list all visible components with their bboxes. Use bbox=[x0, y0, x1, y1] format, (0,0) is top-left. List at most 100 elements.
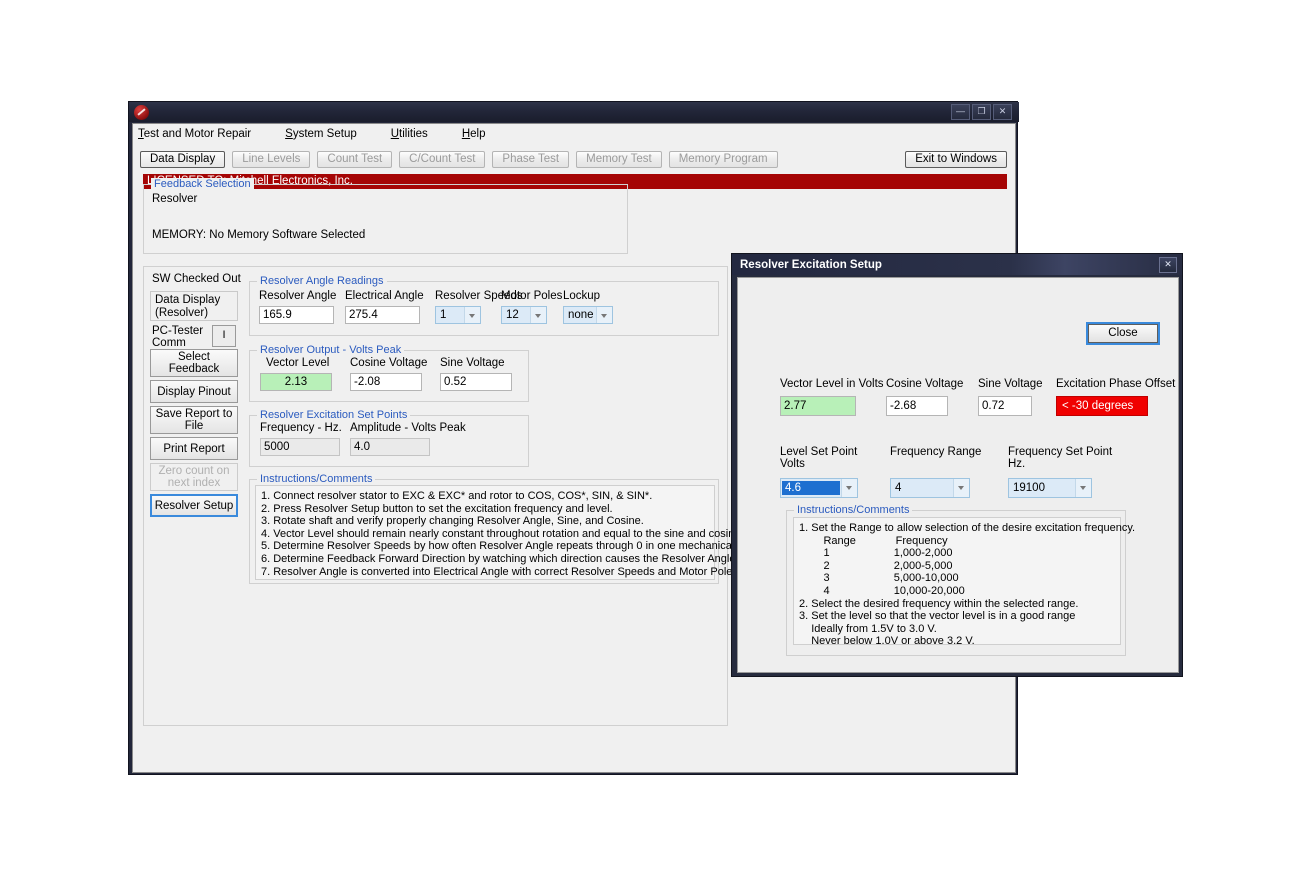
screen: — ❐ ✕ Test and Motor Repair System Setup… bbox=[0, 0, 1300, 883]
amplitude-volts-peak-label: Amplitude - Volts Peak bbox=[350, 422, 466, 434]
sidebar-button-save-report-to-file[interactable]: Save Report to File bbox=[150, 406, 238, 434]
main-instructions-title: Instructions/Comments bbox=[257, 473, 375, 485]
chevron-down-icon[interactable] bbox=[530, 307, 546, 323]
electrical-angle-value: 275.4 bbox=[345, 306, 420, 324]
chevron-down-icon[interactable] bbox=[1075, 479, 1091, 497]
main-instructions-text: 1. Connect resolver stator to EXC & EXC*… bbox=[255, 485, 715, 580]
dlg-cosine-voltage-value: -2.68 bbox=[886, 396, 948, 416]
feedback-selection-value: Resolver bbox=[152, 193, 197, 205]
dialog-close-button[interactable]: Close bbox=[1088, 324, 1158, 343]
dlg-frequency-range-combo[interactable]: 4 bbox=[890, 478, 970, 498]
toolbar-button-memory-program[interactable]: Memory Program bbox=[669, 151, 778, 168]
electrical-angle-label: Electrical Angle bbox=[345, 290, 424, 302]
toolbar-button-count-test[interactable]: Count Test bbox=[317, 151, 392, 168]
dlg-level-setpoint-value: 4.6 bbox=[782, 481, 840, 495]
dlg-level-setpoint-label: Level Set Point Volts bbox=[780, 446, 857, 470]
dlg-level-setpoint-combo[interactable]: 4.6 bbox=[780, 478, 858, 498]
dialog-instructions-text: 1. Set the Range to allow selection of t… bbox=[793, 517, 1121, 645]
sine-voltage-value: 0.52 bbox=[440, 373, 512, 391]
vector-level-value: 2.13 bbox=[260, 373, 332, 391]
toolbar-button-data-display[interactable]: Data Display bbox=[140, 151, 225, 168]
lockup-combo[interactable]: none bbox=[563, 306, 613, 324]
menu-test-and-motor-repair[interactable]: Test and Motor Repair bbox=[138, 126, 265, 142]
sidebar-button-print-report[interactable]: Print Report bbox=[150, 437, 238, 460]
comm-indicator: I bbox=[212, 325, 236, 347]
dlg-excitation-phase-offset-label: Excitation Phase Offset bbox=[1056, 378, 1175, 390]
menu-label: tilities bbox=[399, 128, 428, 140]
maximize-button[interactable]: ❐ bbox=[972, 104, 991, 120]
sidebar-button-display-pinout[interactable]: Display Pinout bbox=[150, 380, 238, 403]
close-button[interactable]: ✕ bbox=[993, 104, 1012, 120]
feedback-selection-title: Feedback Selection bbox=[151, 178, 254, 190]
pc-tester-comm-label: PC-Tester Comm bbox=[152, 325, 203, 349]
vector-level-label: Vector Level bbox=[266, 357, 329, 369]
dlg-vector-level-label: Vector Level in Volts bbox=[780, 378, 884, 390]
chevron-down-icon[interactable] bbox=[464, 307, 480, 323]
menubar: Test and Motor Repair System Setup Utili… bbox=[133, 124, 1015, 144]
menu-accel: U bbox=[391, 128, 399, 140]
excitation-setpoints-group: Resolver Excitation Set Points Frequency… bbox=[249, 415, 529, 467]
chevron-down-icon[interactable] bbox=[596, 307, 612, 323]
resolver-angle-label: Resolver Angle bbox=[259, 290, 336, 302]
toolbar-button-ccount-test[interactable]: C/Count Test bbox=[399, 151, 485, 168]
memory-status-label: MEMORY: No Memory Software Selected bbox=[152, 229, 365, 241]
dialog-title: Resolver Excitation Setup bbox=[732, 259, 882, 271]
menu-label: ystem Setup bbox=[293, 128, 357, 140]
menu-accel: S bbox=[285, 128, 293, 140]
motor-poles-combo[interactable]: 12 bbox=[501, 306, 547, 324]
dialog-titlebar: Resolver Excitation Setup ✕ bbox=[732, 254, 1182, 275]
dialog-instructions-group: Instructions/Comments 1. Set the Range t… bbox=[786, 510, 1126, 656]
dialog-client-area: Close Vector Level in Volts 2.77 Cosine … bbox=[737, 277, 1179, 673]
toolbar-button-phase-test[interactable]: Phase Test bbox=[492, 151, 569, 168]
chevron-down-icon[interactable] bbox=[953, 479, 969, 497]
toolbar-button-line-levels[interactable]: Line Levels bbox=[232, 151, 310, 168]
cosine-voltage-label: Cosine Voltage bbox=[350, 357, 427, 369]
motor-poles-label: Motor Poles bbox=[501, 290, 562, 302]
sidebar-header: SW Checked Out bbox=[152, 273, 241, 285]
exit-to-windows-button[interactable]: Exit to Windows bbox=[905, 151, 1007, 168]
motor-poles-value: 12 bbox=[502, 309, 530, 321]
resolver-angle-readings-title: Resolver Angle Readings bbox=[257, 275, 387, 287]
dlg-frequency-range-value: 4 bbox=[891, 482, 953, 494]
chevron-down-icon[interactable] bbox=[841, 479, 857, 497]
main-instructions-group: Instructions/Comments 1. Connect resolve… bbox=[249, 479, 719, 584]
toolbar: Data Display Line Levels Count Test C/Co… bbox=[133, 144, 1015, 172]
dialog-close-icon[interactable]: ✕ bbox=[1159, 257, 1177, 273]
lockup-label: Lockup bbox=[563, 290, 600, 302]
resolver-angle-readings-group: Resolver Angle Readings Resolver Angle 1… bbox=[249, 281, 719, 336]
resolver-speeds-combo[interactable]: 1 bbox=[435, 306, 481, 324]
resolver-excitation-setup-dialog: Resolver Excitation Setup ✕ Close Vector… bbox=[731, 253, 1183, 677]
dlg-cosine-voltage-label: Cosine Voltage bbox=[886, 378, 963, 390]
sidebar-button-zero-count-on-next-index[interactable]: Zero count on next index bbox=[150, 463, 238, 491]
dlg-frequency-setpoint-value: 19100 bbox=[1009, 482, 1075, 494]
resolver-angle-value: 165.9 bbox=[259, 306, 334, 324]
lockup-value: none bbox=[564, 309, 596, 321]
dlg-vector-level-value: 2.77 bbox=[780, 396, 856, 416]
resolver-speeds-value: 1 bbox=[436, 309, 464, 321]
main-titlebar: — ❐ ✕ bbox=[129, 102, 1019, 122]
dlg-frequency-range-label: Frequency Range bbox=[890, 446, 981, 458]
resolver-output-group: Resolver Output - Volts Peak Vector Leve… bbox=[249, 350, 529, 402]
frequency-hz-label: Frequency - Hz. bbox=[260, 422, 342, 434]
dlg-frequency-setpoint-label: Frequency Set Point Hz. bbox=[1008, 446, 1112, 470]
dlg-sine-voltage-label: Sine Voltage bbox=[978, 378, 1043, 390]
window-controls: — ❐ ✕ bbox=[951, 104, 1016, 120]
main-content-panel: SW Checked Out Data Display (Resolver) P… bbox=[143, 266, 728, 726]
menu-label: est and Motor Repair bbox=[144, 128, 251, 140]
dlg-frequency-setpoint-combo[interactable]: 19100 bbox=[1008, 478, 1092, 498]
minimize-button[interactable]: — bbox=[951, 104, 970, 120]
amplitude-volts-peak-value: 4.0 bbox=[350, 438, 430, 456]
sidebar-status-box: Data Display (Resolver) bbox=[150, 291, 238, 321]
menu-utilities[interactable]: Utilities bbox=[391, 126, 442, 142]
sidebar-button-select-feedback[interactable]: Select Feedback bbox=[150, 349, 238, 377]
menu-label: elp bbox=[470, 128, 485, 140]
menu-system-setup[interactable]: System Setup bbox=[285, 126, 371, 142]
menu-help[interactable]: Help bbox=[462, 126, 500, 142]
dlg-sine-voltage-value: 0.72 bbox=[978, 396, 1032, 416]
cosine-voltage-value: -2.08 bbox=[350, 373, 422, 391]
sidebar-button-resolver-setup[interactable]: Resolver Setup bbox=[150, 494, 238, 517]
toolbar-button-memory-test[interactable]: Memory Test bbox=[576, 151, 662, 168]
dlg-excitation-phase-offset-value: < -30 degrees bbox=[1056, 396, 1148, 416]
sine-voltage-label: Sine Voltage bbox=[440, 357, 505, 369]
resolver-output-title: Resolver Output - Volts Peak bbox=[257, 344, 404, 356]
